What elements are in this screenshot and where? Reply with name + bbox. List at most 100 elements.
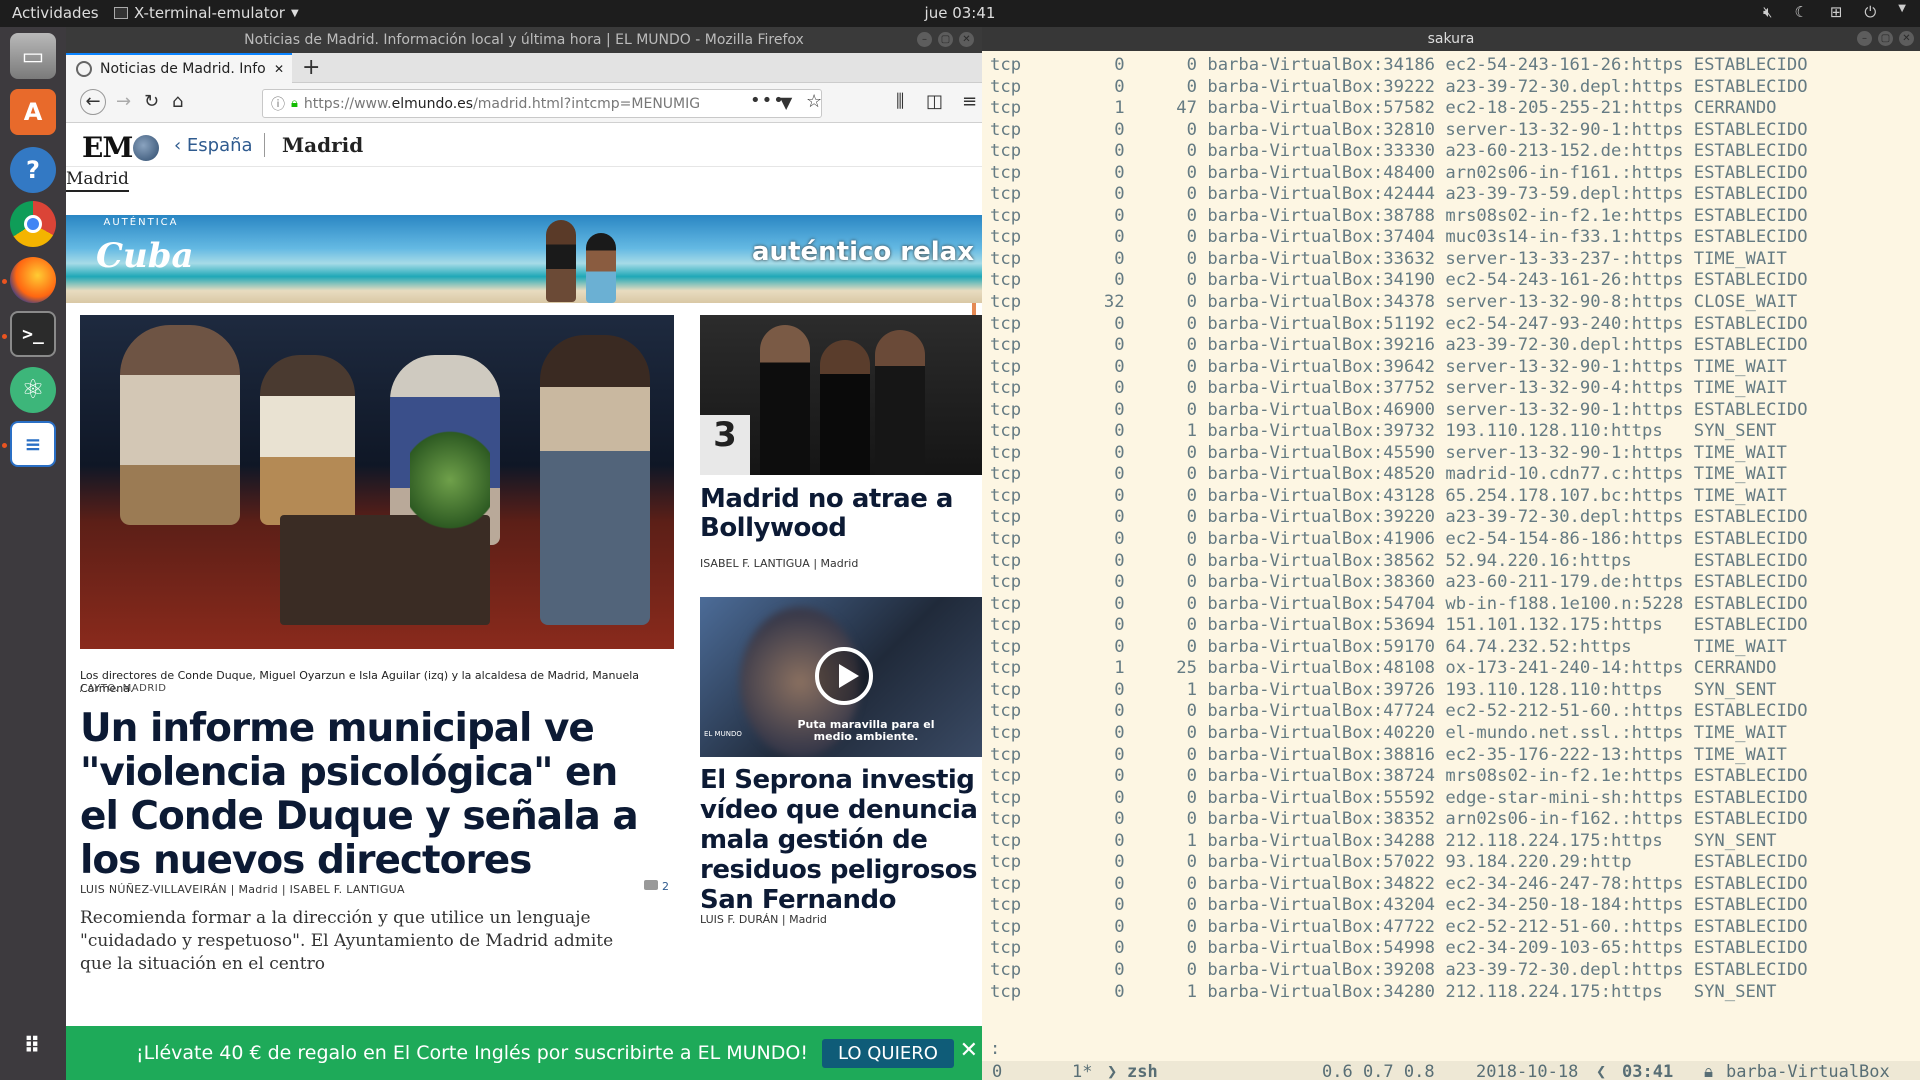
bollywood-photo[interactable]: 3 [700, 315, 982, 475]
apps-grid-icon[interactable]: ⠿ [10, 1023, 56, 1069]
cuba-ad-banner[interactable]: AUTÉNTICA Cuba auténtico relax [66, 215, 982, 303]
reload-button[interactable]: ↻ [144, 91, 159, 112]
netstat-row: tcp 0 0 barba-VirtualBox:40220 el-mundo.… [990, 723, 1808, 745]
new-tab-button[interactable]: + [302, 55, 320, 80]
comments-count[interactable]: 2 [644, 880, 669, 893]
sidebar-icon[interactable]: ◫ [926, 91, 943, 112]
power-icon[interactable]: ⏻ [1864, 3, 1876, 21]
netstat-local-address: barba-VirtualBox:38724 [1207, 766, 1436, 787]
terminal-window[interactable]: sakura – ▢ ✕ tcp 0 0 barba-VirtualBox:34… [982, 27, 1920, 1080]
elmundo-logo[interactable]: EM [82, 131, 160, 164]
minimize-button[interactable]: – [917, 32, 932, 47]
netstat-send-q: 0 [1186, 701, 1197, 722]
close-button[interactable]: ✕ [1899, 31, 1914, 46]
netstat-remote-address: 52.94.220.16:https [1445, 550, 1632, 571]
close-icon[interactable]: ✕ [960, 1038, 978, 1063]
netstat-state: ESTABLECIDO [1693, 76, 1808, 97]
bookmark-star-icon[interactable]: ☆ [806, 91, 822, 112]
netstat-row: tcp 32 0 barba-VirtualBox:34378 server-1… [990, 292, 1808, 314]
netstat-remote-address: ec2-54-243-161-26:https [1445, 55, 1684, 75]
netstat-send-q: 0 [1186, 378, 1197, 399]
software-center-icon[interactable]: A [10, 89, 56, 135]
netstat-send-q: 0 [1186, 335, 1197, 356]
netstat-state: ESTABLECIDO [1693, 270, 1808, 291]
netstat-state: ESTABLECIDO [1693, 572, 1808, 593]
netstat-remote-address: el-mundo.net.ssl.:https [1445, 722, 1684, 743]
promo-cta-button[interactable]: LO QUIERO [821, 1038, 954, 1068]
main-byline: LUIS NÚÑEZ-VILLAVEIRÁN | Madrid | ISABEL… [80, 883, 405, 896]
netstat-remote-address: server-13-32-90-1:https [1445, 399, 1684, 420]
netstat-recv-q: 0 [1114, 593, 1125, 614]
pager-prompt[interactable]: : [990, 1039, 1000, 1059]
address-bar[interactable]: ⓘ 🔒︎ https://www.elmundo.es/madrid.html?… [262, 89, 822, 118]
pocket-icon[interactable]: ▼ [780, 93, 792, 112]
netstat-proto: tcp [990, 270, 1022, 291]
system-tray[interactable]: 🔇︎ ☾ ⊞ ⏻ ▼ [1763, 3, 1906, 21]
netstat-state: ESTABLECIDO [1693, 916, 1808, 937]
back-button[interactable]: ← [80, 89, 106, 115]
lock-icon[interactable]: 🔒︎ [291, 96, 298, 111]
minimize-button[interactable]: – [1857, 31, 1872, 46]
netstat-send-q: 0 [1186, 873, 1197, 894]
netstat-row: tcp 0 0 barba-VirtualBox:54998 ec2-34-20… [990, 938, 1808, 960]
menu-icon[interactable]: ≡ [962, 91, 977, 112]
netstat-local-address: barba-VirtualBox:34280 [1207, 981, 1436, 1002]
netstat-send-q: 0 [1186, 205, 1197, 226]
tmux-pane[interactable]: 1* [1072, 1062, 1092, 1080]
firefox-titlebar[interactable]: Noticias de Madrid. Información local y … [66, 27, 982, 53]
netstat-proto: tcp [990, 399, 1022, 420]
terminal-titlebar[interactable]: sakura – ▢ ✕ [982, 27, 1920, 51]
chrome-icon[interactable] [10, 201, 56, 247]
netstat-send-q: 0 [1186, 744, 1197, 765]
firefox-icon[interactable] [10, 257, 56, 303]
side-headline-bollywood[interactable]: Madrid no atrae a Bollywood [700, 485, 982, 543]
netstat-state: SYN_SENT [1693, 981, 1777, 1002]
sound-muted-icon[interactable]: 🔇︎ [1763, 3, 1772, 21]
tmux-window-index: 0 [992, 1062, 1003, 1080]
network-icon[interactable]: ⊞ [1830, 3, 1843, 21]
netstat-send-q: 0 [1186, 442, 1197, 463]
netstat-row: tcp 1 25 barba-VirtualBox:48108 ox-173-2… [990, 658, 1808, 680]
netstat-remote-address: a23-60-211-179.de:https [1445, 572, 1684, 593]
netstat-remote-address: server-13-33-237-:https [1445, 248, 1684, 269]
info-icon[interactable]: ⓘ [271, 94, 285, 114]
writer-icon[interactable]: ≡ [10, 421, 56, 467]
maximize-button[interactable]: ▢ [938, 32, 953, 47]
section-nav-madrid[interactable]: Madrid [66, 169, 129, 192]
netstat-proto: tcp [990, 916, 1022, 937]
netstat-proto: tcp [990, 593, 1022, 614]
main-headline[interactable]: Un informe municipal ve "violencia psico… [80, 707, 660, 883]
atom-icon[interactable]: ⚛ [10, 367, 56, 413]
side-headline-seprona[interactable]: El Seprona investig vídeo que denuncia m… [700, 765, 982, 915]
play-icon[interactable] [815, 647, 873, 705]
netstat-local-address: barba-VirtualBox:39222 [1207, 76, 1436, 97]
chevron-down-icon[interactable]: ▼ [1898, 3, 1906, 21]
netstat-proto: tcp [990, 895, 1022, 916]
netstat-recv-q: 0 [1114, 76, 1125, 97]
netstat-send-q: 0 [1186, 938, 1197, 959]
activities-button[interactable]: Actividades [12, 4, 99, 22]
netstat-send-q: 1 [1186, 679, 1197, 700]
help-icon[interactable]: ? [10, 147, 56, 193]
seprona-video-thumbnail[interactable]: EL MUNDO Puta maravilla para el medio am… [700, 597, 982, 757]
nav-toolbar: ← → ↻ ⌂ ⓘ 🔒︎ https://www.elmundo.es/madr… [66, 83, 982, 123]
app-menu[interactable]: X-terminal-emulator ▼ [114, 4, 299, 22]
home-button[interactable]: ⌂ [172, 91, 183, 112]
forward-button[interactable]: → [116, 91, 131, 112]
netstat-remote-address: arn02s06-in-f161.:https [1445, 162, 1684, 183]
close-tab-icon[interactable]: ✕ [274, 62, 284, 76]
terminal-icon[interactable]: >_ [10, 311, 56, 357]
netstat-row: tcp 0 0 barba-VirtualBox:59170 64.74.232… [990, 637, 1808, 659]
close-button[interactable]: ✕ [959, 32, 974, 47]
netstat-recv-q: 0 [1114, 722, 1125, 743]
breadcrumb-espana[interactable]: ‹ España [174, 135, 253, 156]
netstat-remote-address: ec2-52-212-51-60.:https [1445, 916, 1684, 937]
library-icon[interactable]: ⫼ [896, 91, 904, 112]
netstat-send-q: 1 [1186, 981, 1197, 1002]
maximize-button[interactable]: ▢ [1878, 31, 1893, 46]
netstat-proto: tcp [990, 227, 1022, 248]
files-icon[interactable]: ▭ [10, 33, 56, 79]
tab-elmundo[interactable]: Noticias de Madrid. Info ✕ [66, 53, 292, 83]
main-article-photo[interactable] [80, 315, 674, 649]
night-light-icon[interactable]: ☾ [1794, 3, 1807, 21]
